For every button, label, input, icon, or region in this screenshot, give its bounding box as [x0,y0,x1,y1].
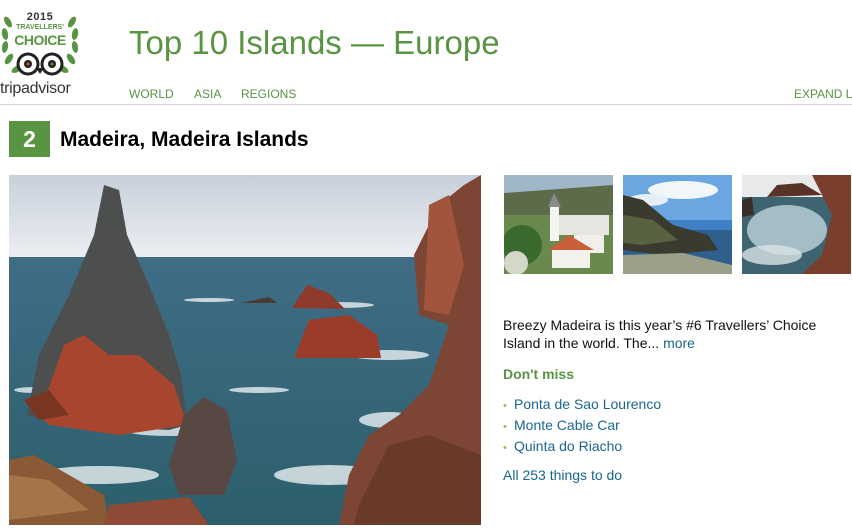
nav-asia[interactable]: ASIA [194,87,241,101]
attraction-link[interactable]: Monte Cable Car [514,417,620,433]
island-description: Breezy Madeira is this year’s #6 Travell… [503,316,848,352]
badge-year: 2015 [26,11,54,23]
rank-badge: 2 [9,121,50,157]
nav-world[interactable]: WORLD [129,87,194,101]
header-divider [0,104,852,105]
attraction-link[interactable]: Ponta de Sao Lourenco [514,396,661,412]
attraction-link[interactable]: Quinta do Riacho [514,438,622,454]
island-name[interactable]: Madeira, Madeira Islands [60,128,309,152]
owl-eyes-icon [16,52,64,76]
badge-choice-label: CHOICE [14,32,66,48]
travellers-choice-badge: 2015 TRAVELLERS' CHOICE tripadvisor [0,4,92,100]
main-photo-coastal-rocks[interactable] [9,175,481,525]
list-item: • Monte Cable Car [503,415,661,436]
bullet-icon: • [503,421,507,433]
thumbnail-village-church[interactable] [504,175,613,274]
nav-regions[interactable]: REGIONS [241,87,321,101]
thumbnail-rocky-coast[interactable] [742,175,851,274]
list-item: • Ponta de Sao Lourenco [503,394,661,415]
dont-miss-list: • Ponta de Sao Lourenco • Monte Cable Car … [503,394,661,457]
bullet-icon: • [503,400,507,412]
all-things-to-do-link[interactable]: All 253 things to do [503,467,622,483]
page-title: Top 10 Islands — Europe [129,24,500,61]
more-link[interactable]: more [663,335,695,351]
description-text: Breezy Madeira is this year’s #6 Travell… [503,317,817,351]
thumbnail-sea-cliffs[interactable] [623,175,732,274]
badge-travellers-label: TRAVELLERS' [16,24,64,31]
bullet-icon: • [503,442,507,454]
tripadvisor-logo: tripadvisor [0,80,71,97]
expand-list-link[interactable]: EXPAND LIST [794,87,852,101]
dont-miss-heading: Don't miss [503,366,575,382]
region-nav: WORLD ASIA REGIONS [129,87,321,101]
list-item: • Quinta do Riacho [503,436,661,457]
